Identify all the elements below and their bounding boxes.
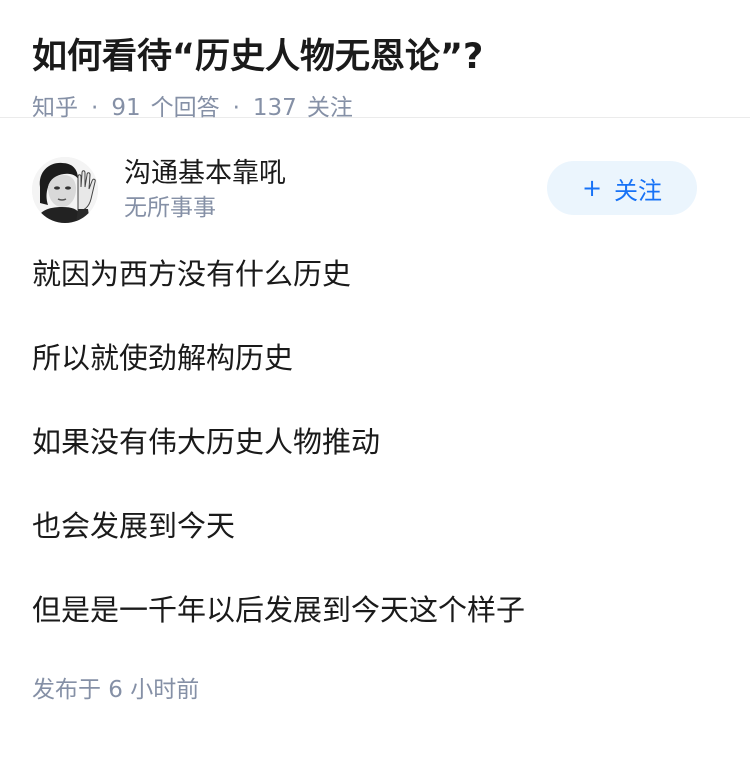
answer-paragraph: 就因为西方没有什么历史 (32, 257, 352, 291)
followers-label: 关注 (306, 95, 353, 121)
answer-content: 就因为西方没有什么历史 所以就使劲解构历史 如果没有伟大历史人物推动 也会发展到… (32, 254, 718, 630)
author-info: 沟通基本靠吼 无所事事 (124, 156, 286, 224)
follow-button[interactable]: + 关注 (547, 161, 697, 215)
author-name[interactable]: 沟通基本靠吼 (124, 156, 286, 192)
question-title[interactable]: 如何看待“历史人物无恩论”? (32, 34, 718, 80)
author-row: 沟通基本靠吼 无所事事 + 关注 (32, 154, 718, 226)
author-bio: 无所事事 (124, 195, 216, 221)
publish-time: 发布于 6 小时前 (32, 677, 200, 703)
followers-count: 137 (252, 95, 297, 121)
meta-separator: · (232, 95, 240, 121)
follow-label: 关注 (614, 176, 663, 205)
answers-label: 个回答 (150, 95, 220, 121)
source-label[interactable]: 知乎 (32, 92, 78, 124)
answer-card: 沟通基本靠吼 无所事事 + 关注 就因为西方没有什么历史 所以就使劲解构历史 如… (0, 118, 750, 706)
avatar[interactable] (32, 157, 98, 223)
avatar-portrait-icon (32, 157, 98, 223)
answer-paragraph: 也会发展到今天 (32, 509, 236, 543)
answer-paragraph: 如果没有伟大历史人物推动 (32, 425, 381, 459)
answer-paragraph: 所以就使劲解构历史 (32, 341, 294, 375)
meta-separator: · (91, 95, 99, 121)
plus-icon: + (581, 174, 603, 202)
question-header: 如何看待“历史人物无恩论”? 知乎 · 91 个回答 · 137 关注 (0, 0, 750, 121)
answer-paragraph: 但是是一千年以后发展到今天这个样子 (32, 593, 526, 627)
answers-count: 91 (111, 95, 141, 121)
